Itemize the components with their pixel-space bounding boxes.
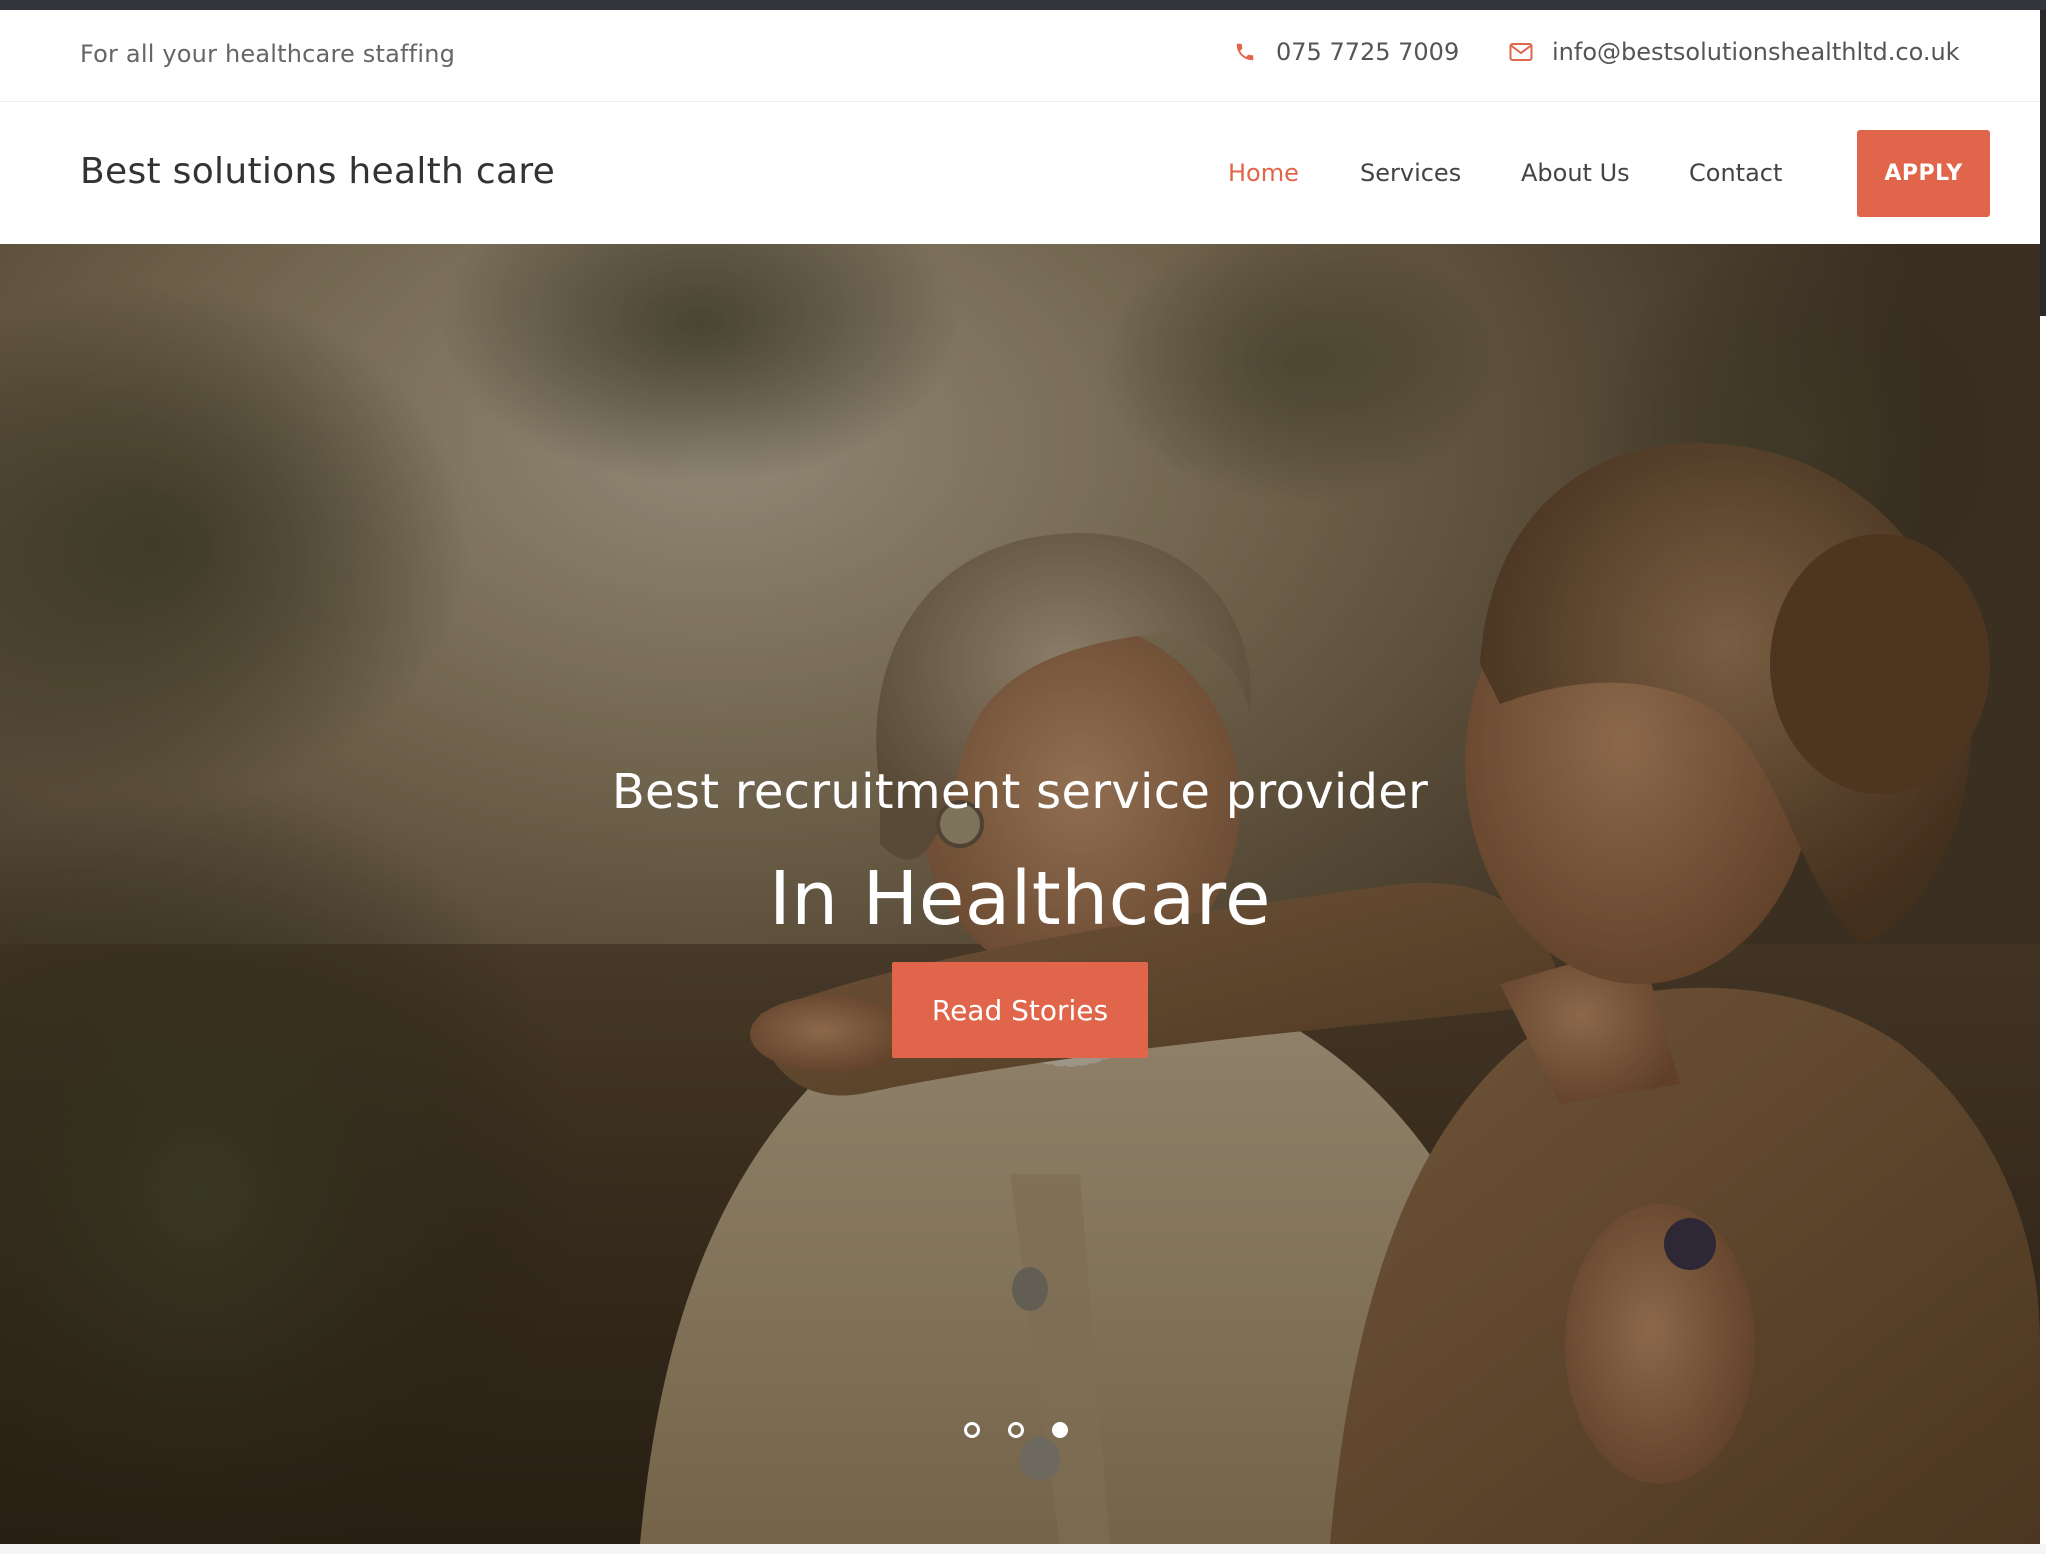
slider-dot-3[interactable] [1052,1422,1068,1438]
slider-dot-2[interactable] [1008,1422,1024,1438]
nav-contact[interactable]: Contact [1689,159,1782,187]
browser-top-strip [0,0,2046,10]
page: For all your healthcare staffing 075 772… [0,0,2046,1554]
phone-number: 075 7725 7009 [1276,38,1460,66]
nav-services[interactable]: Services [1360,159,1461,187]
phone-contact[interactable]: 075 7725 7009 [1232,38,1459,66]
slider-pagination [964,1422,1068,1438]
scrollbar[interactable] [2040,10,2046,316]
top-info-bar: For all your healthcare staffing 075 772… [0,10,2040,102]
apply-button[interactable]: APPLY [1857,130,1990,217]
hero-subtitle: Best recruitment service provider [611,764,1429,820]
phone-icon [1232,39,1258,65]
envelope-icon [1508,39,1534,65]
nav-home[interactable]: Home [1228,159,1299,187]
tagline: For all your healthcare staffing [80,40,456,68]
page-bottom-strip [0,1544,2046,1554]
email-contact[interactable]: info@bestsolutionshealthltd.co.uk [1508,38,1960,66]
read-stories-button[interactable]: Read Stories [892,962,1148,1058]
main-navbar: Best solutions health care Home Services… [0,103,2040,244]
hero-title: In Healthcare [768,856,1272,942]
nav-about-us[interactable]: About Us [1521,159,1630,187]
brand-logo-text[interactable]: Best solutions health care [80,151,555,192]
hero-slider: Best recruitment service provider In Hea… [0,244,2040,1544]
slider-dot-1[interactable] [964,1422,980,1438]
email-address: info@bestsolutionshealthltd.co.uk [1552,38,1960,66]
